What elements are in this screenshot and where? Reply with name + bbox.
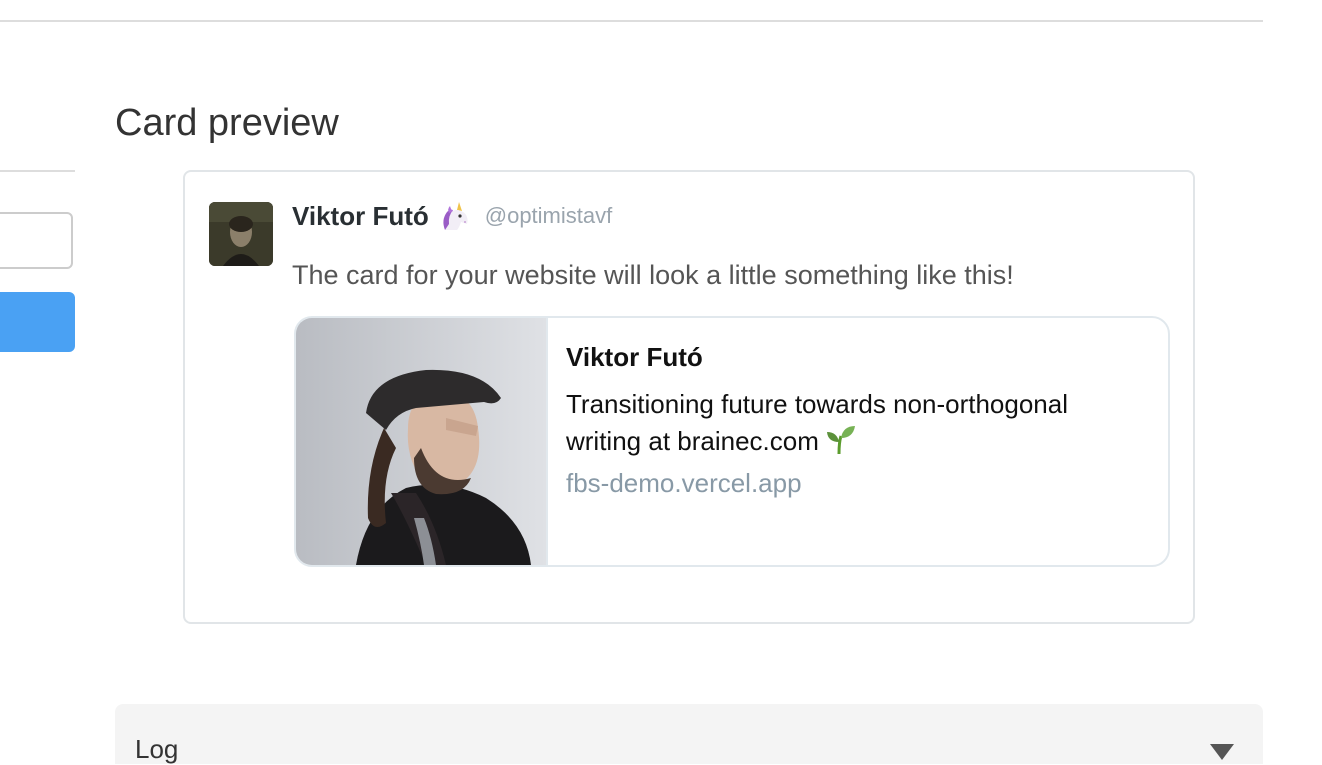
tweet-header: Viktor Futó @optimistavf: [292, 198, 612, 234]
card-image: [296, 318, 548, 565]
unicorn-icon: [439, 200, 473, 232]
avatar: [209, 202, 273, 266]
top-divider: [0, 20, 1263, 22]
card-description: Transitioning future towards non-orthogo…: [566, 386, 1146, 459]
author-name[interactable]: Viktor Futó: [292, 201, 429, 232]
author-handle[interactable]: @optimistavf: [485, 203, 612, 229]
section-title: Card preview: [115, 102, 339, 144]
card-description-text: Transitioning future towards non-orthogo…: [566, 389, 1068, 456]
triangle-down-icon[interactable]: [1210, 744, 1234, 760]
log-label: Log: [135, 734, 179, 764]
card-domain: fbs-demo.vercel.app: [566, 468, 802, 498]
submit-button[interactable]: [0, 292, 75, 352]
url-input[interactable]: [0, 212, 73, 269]
left-panel-divider: [0, 170, 75, 172]
sprout-icon: [823, 422, 857, 456]
log-panel[interactable]: Log: [115, 704, 1263, 764]
tweet-text: The card for your website will look a li…: [292, 260, 1014, 290]
link-card[interactable]: Viktor Futó Transitioning future towards…: [294, 316, 1170, 567]
card-title: Viktor Futó: [566, 342, 703, 372]
